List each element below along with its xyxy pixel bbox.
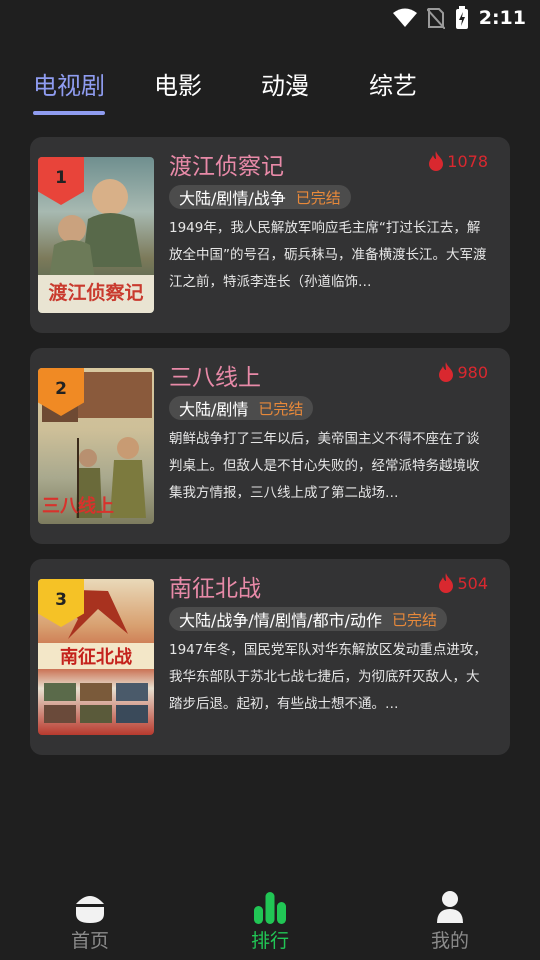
genre-tag: 大陆/剧情/战争 已完结 [169,185,351,209]
hot-score: 504 [438,573,488,593]
status-text: 已完结 [295,188,341,207]
bottom-navigation: 首页 排行 我的 [0,882,540,960]
nav-ranking-label: 排行 [250,930,289,952]
hot-score-value: 980 [457,362,488,382]
tab-movies[interactable]: 电影 [154,66,202,101]
show-title: 三八线上 [169,365,261,391]
flame-icon [439,573,454,593]
flame-icon [439,362,454,382]
tab-anime[interactable]: 动漫 [261,66,309,101]
genre-text: 大陆/剧情 [179,400,249,419]
rank-number: 2 [55,379,67,399]
active-tab-indicator [33,111,105,115]
genre-tag: 大陆/剧情 已完结 [169,396,314,420]
show-description: 朝鲜战争打了三年以后，美帝国主义不得不座在了谈判桌上。但敌人是不甘心失败的，经常… [169,431,480,501]
rank-number: 3 [55,590,67,610]
ranking-card[interactable]: 三八线上 2 三八线上 980 大陆/剧情 已完结 朝鲜战争打了三年以后，美帝国… [30,348,510,544]
poster-title: 南征北战 [38,643,154,669]
no-sim-icon [426,8,445,29]
status-bar: 2:11 [0,0,540,36]
profile-icon [437,891,463,923]
hot-score: 980 [438,362,488,382]
poster-title: 渡江侦察记 [48,282,144,304]
hot-score-value: 504 [457,573,488,593]
poster-title: 三八线上 [42,496,114,517]
rank-number: 1 [55,168,67,188]
ranking-card[interactable]: 南征北战 3 南征北战 504 大陆/战争/情/剧情/都市/动作 已完结 194… [30,559,510,755]
genre-text: 大陆/战争/情/剧情/都市/动作 [179,611,382,630]
ranking-card[interactable]: 渡江侦察记 1 渡江侦察记 1078 大陆/剧情/战争 已完结 1949年，我人… [30,137,510,333]
show-description: 1947年冬，国民党军队对华东解放区发动重点进攻，我华东部队于苏北七战七捷后，为… [169,642,487,712]
hot-score-value: 1078 [447,151,488,171]
status-text: 已完结 [258,399,304,418]
nav-profile-label: 我的 [430,930,469,952]
tab-variety[interactable]: 综艺 [369,66,417,101]
genre-text: 大陆/剧情/战争 [179,189,286,208]
nav-home[interactable]: 首页 [40,890,140,953]
status-text: 已完结 [391,610,437,629]
battery-charging-icon [455,6,468,29]
wifi-icon [392,8,417,27]
nav-home-label: 首页 [70,930,109,952]
poster-image: 三八线上 2 [38,368,154,524]
poster-image: 渡江侦察记 1 [38,157,154,313]
status-icons: 2:11 [392,6,526,30]
show-title: 南征北战 [169,576,261,602]
flame-icon [429,151,444,171]
nav-profile[interactable]: 我的 [400,890,500,953]
poster-image: 南征北战 3 [38,579,154,735]
nav-ranking[interactable]: 排行 [220,890,320,953]
ranking-icon [254,892,286,924]
tab-tv-series[interactable]: 电视剧 [33,66,105,101]
show-title: 渡江侦察记 [169,154,284,180]
show-description: 1949年，我人民解放军响应毛主席“打过长江去，解放全中国”的号召，砺兵秣马，准… [169,220,487,290]
genre-tag: 大陆/战争/情/剧情/都市/动作 已完结 [169,607,447,631]
status-time: 2:11 [478,7,526,29]
hot-score: 1078 [428,151,488,171]
home-icon [76,896,104,923]
